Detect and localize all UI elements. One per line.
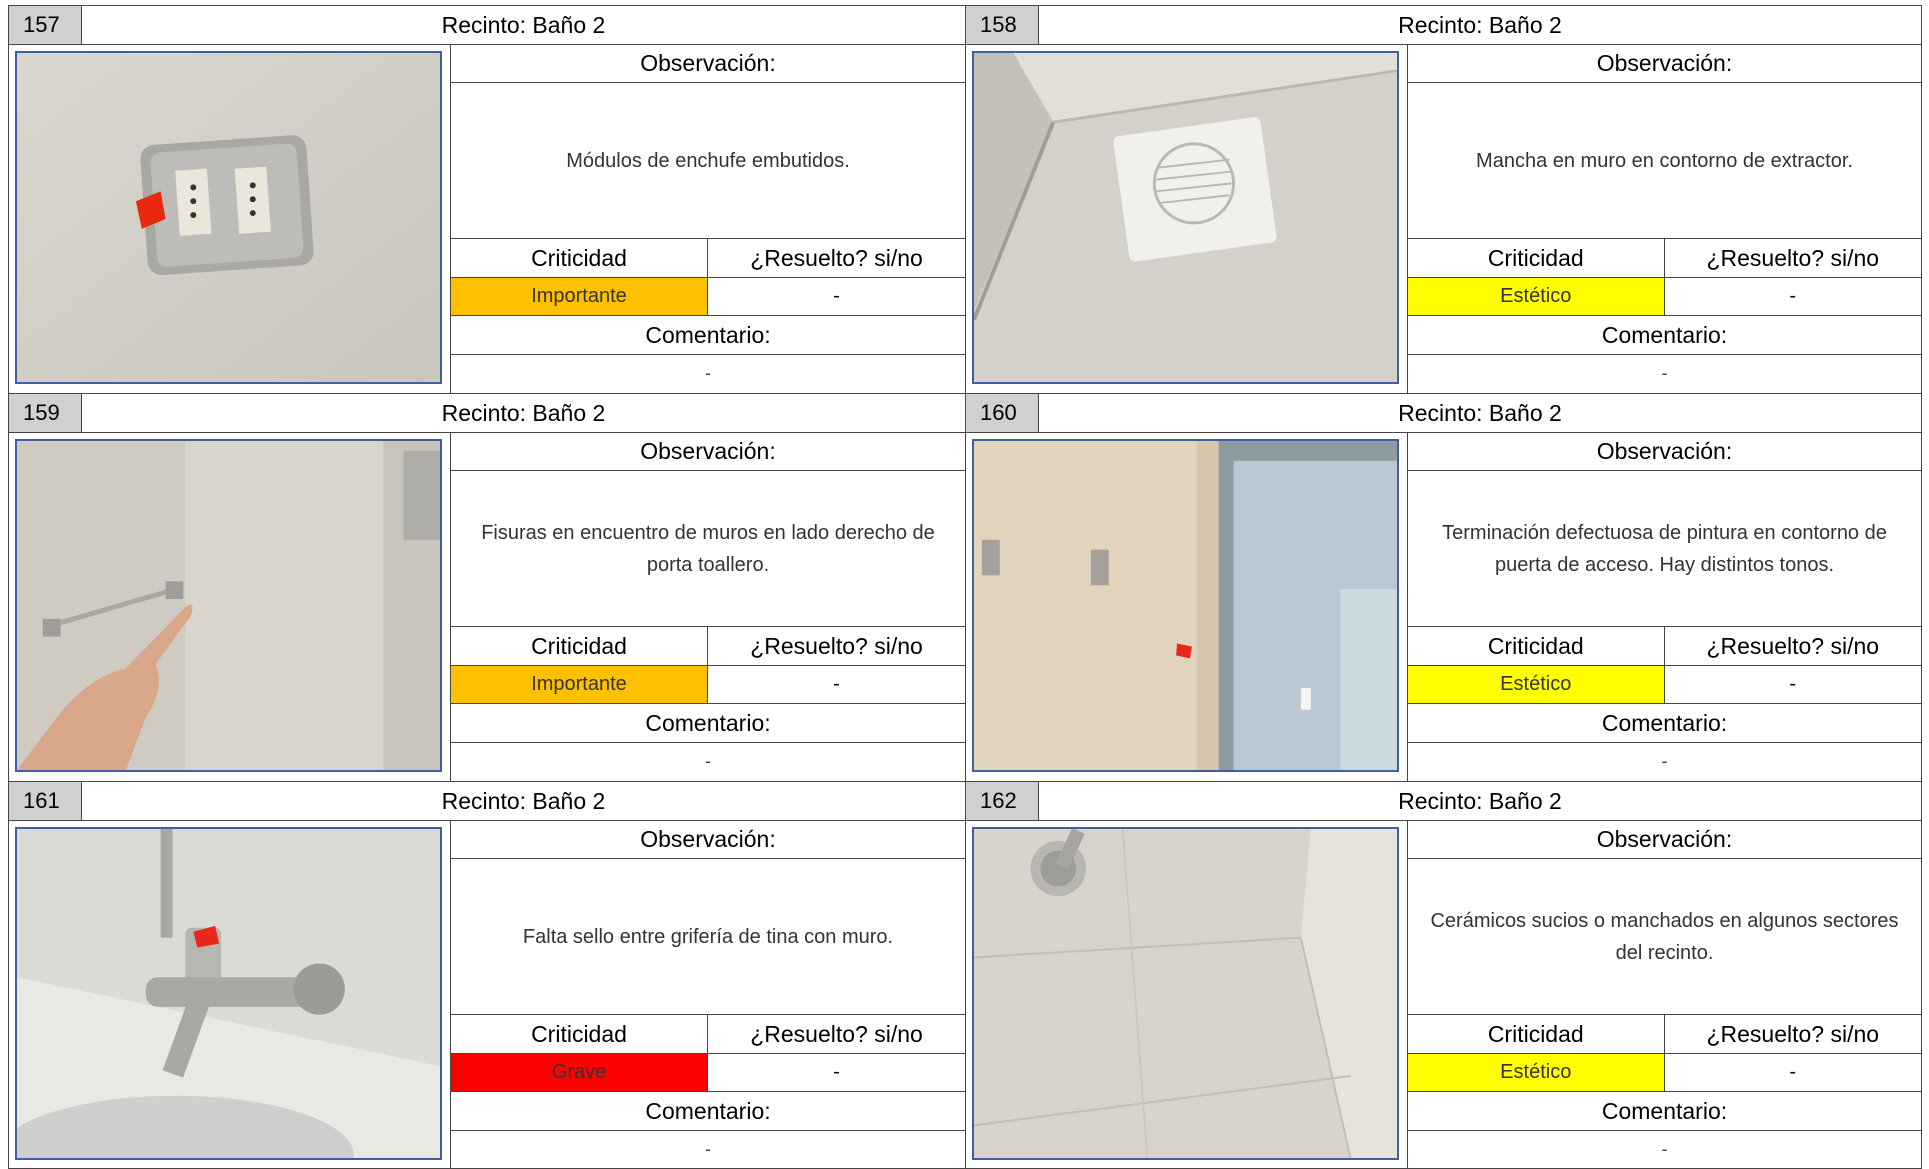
observation-text: Cerámicos sucios o manchados en algunos … bbox=[1408, 859, 1921, 1015]
comment-label: Comentario: bbox=[451, 704, 965, 743]
recinto-title: Recinto: Baño 2 bbox=[441, 788, 606, 814]
card-header: 160 Recinto: Baño 2 bbox=[966, 394, 1921, 433]
comment-value: - bbox=[705, 1139, 711, 1159]
recinto-title: Recinto: Baño 2 bbox=[1398, 400, 1562, 426]
info-panel: Observación: Cerámicos sucios o manchado… bbox=[1407, 821, 1921, 1168]
comment-label: Comentario: bbox=[451, 316, 965, 355]
criticidad-label: Criticidad bbox=[451, 1015, 708, 1053]
criticidad-values: Estético - bbox=[1408, 666, 1921, 704]
criticidad-header: Criticidad ¿Resuelto? si/no bbox=[451, 1015, 965, 1054]
item-number: 161 bbox=[9, 782, 82, 820]
recinto-title: Recinto: Baño 2 bbox=[1398, 788, 1562, 814]
inspection-photo bbox=[972, 439, 1399, 772]
resuelto-label: ¿Resuelto? si/no bbox=[1706, 1021, 1880, 1047]
observation-text: Terminación defectuosa de pintura en con… bbox=[1408, 471, 1921, 627]
observation-text: Fisuras en encuentro de muros en lado de… bbox=[451, 471, 965, 627]
inspection-photo bbox=[15, 439, 442, 772]
inspection-photo bbox=[15, 51, 442, 384]
inspection-grid: 157 Recinto: Baño 2 Observación: Módulos… bbox=[8, 5, 1922, 1169]
recinto-title: Recinto: Baño 2 bbox=[441, 400, 606, 426]
card-header: 157 Recinto: Baño 2 bbox=[9, 6, 965, 45]
severity-badge: Importante bbox=[451, 666, 708, 703]
inspection-card: 160 Recinto: Baño 2 Observación: Termina… bbox=[965, 393, 1922, 781]
comment-value: - bbox=[1661, 363, 1668, 383]
item-number: 162 bbox=[966, 782, 1039, 820]
inspection-photo bbox=[972, 51, 1399, 384]
resuelto-value: - bbox=[1789, 1061, 1797, 1083]
inspection-card: 162 Recinto: Baño 2 Observación: Cerámic… bbox=[965, 781, 1922, 1169]
recinto-title: Recinto: Baño 2 bbox=[441, 12, 606, 38]
info-panel: Observación: Terminación defectuosa de p… bbox=[1407, 433, 1921, 781]
criticidad-header: Criticidad ¿Resuelto? si/no bbox=[1408, 1015, 1921, 1054]
resuelto-value: - bbox=[833, 1061, 840, 1083]
card-header: 158 Recinto: Baño 2 bbox=[966, 6, 1921, 45]
info-panel: Observación: Falta sello entre grifería … bbox=[450, 821, 965, 1168]
observation-text: Mancha en muro en contorno de extractor. bbox=[1408, 83, 1921, 239]
criticidad-values: Estético - bbox=[1408, 278, 1921, 316]
observation-label: Observación: bbox=[1408, 821, 1921, 859]
item-number: 157 bbox=[9, 6, 82, 44]
resuelto-value: - bbox=[833, 673, 840, 695]
resuelto-value: - bbox=[833, 285, 840, 307]
observation-text: Módulos de enchufe embutidos. bbox=[451, 83, 965, 239]
comment-value: - bbox=[705, 363, 711, 383]
severity-badge: Estético bbox=[1408, 278, 1665, 315]
observation-label: Observación: bbox=[451, 433, 965, 471]
recinto-title: Recinto: Baño 2 bbox=[1398, 12, 1562, 38]
criticidad-label: Criticidad bbox=[1408, 239, 1665, 277]
info-panel: Observación: Mancha en muro en contorno … bbox=[1407, 45, 1921, 393]
item-number: 160 bbox=[966, 394, 1039, 432]
resuelto-label: ¿Resuelto? si/no bbox=[750, 1021, 923, 1047]
item-number: 158 bbox=[966, 6, 1039, 44]
inspection-card: 159 Recinto: Baño 2 Observación: Fisuras… bbox=[8, 393, 965, 781]
criticidad-label: Criticidad bbox=[1408, 627, 1665, 665]
info-panel: Observación: Módulos de enchufe embutido… bbox=[450, 45, 965, 393]
criticidad-label: Criticidad bbox=[451, 627, 708, 665]
comment-value: - bbox=[705, 751, 711, 771]
criticidad-header: Criticidad ¿Resuelto? si/no bbox=[1408, 627, 1921, 666]
card-header: 162 Recinto: Baño 2 bbox=[966, 782, 1921, 821]
card-header: 161 Recinto: Baño 2 bbox=[9, 782, 965, 821]
observation-label: Observación: bbox=[451, 821, 965, 859]
observation-label: Observación: bbox=[451, 45, 965, 83]
criticidad-values: Importante - bbox=[451, 666, 965, 704]
observation-text: Falta sello entre grifería de tina con m… bbox=[451, 859, 965, 1015]
inspection-photo bbox=[15, 827, 442, 1160]
inspection-photo bbox=[972, 827, 1399, 1160]
severity-badge: Estético bbox=[1408, 666, 1665, 703]
criticidad-values: Grave - bbox=[451, 1054, 965, 1092]
severity-badge: Importante bbox=[451, 278, 708, 315]
inspection-card: 158 Recinto: Baño 2 Observación: Mancha … bbox=[965, 5, 1922, 393]
observation-label: Observación: bbox=[1408, 433, 1921, 471]
item-number: 159 bbox=[9, 394, 82, 432]
resuelto-label: ¿Resuelto? si/no bbox=[750, 245, 923, 271]
criticidad-label: Criticidad bbox=[1408, 1015, 1665, 1053]
criticidad-values: Estético - bbox=[1408, 1054, 1921, 1092]
comment-label: Comentario: bbox=[1408, 316, 1921, 355]
criticidad-label: Criticidad bbox=[451, 239, 708, 277]
observation-label: Observación: bbox=[1408, 45, 1921, 83]
criticidad-header: Criticidad ¿Resuelto? si/no bbox=[451, 239, 965, 278]
resuelto-value: - bbox=[1789, 673, 1797, 695]
criticidad-header: Criticidad ¿Resuelto? si/no bbox=[1408, 239, 1921, 278]
criticidad-values: Importante - bbox=[451, 278, 965, 316]
resuelto-label: ¿Resuelto? si/no bbox=[1706, 245, 1880, 271]
resuelto-value: - bbox=[1789, 285, 1797, 307]
comment-label: Comentario: bbox=[1408, 1092, 1921, 1131]
criticidad-header: Criticidad ¿Resuelto? si/no bbox=[451, 627, 965, 666]
comment-value: - bbox=[1661, 1139, 1668, 1159]
severity-badge: Estético bbox=[1408, 1054, 1665, 1091]
inspection-card: 157 Recinto: Baño 2 Observación: Módulos… bbox=[8, 5, 965, 393]
comment-value: - bbox=[1661, 751, 1668, 771]
comment-label: Comentario: bbox=[1408, 704, 1921, 743]
inspection-card: 161 Recinto: Baño 2 Observación: Falta s… bbox=[8, 781, 965, 1169]
severity-badge: Grave bbox=[451, 1054, 708, 1091]
card-header: 159 Recinto: Baño 2 bbox=[9, 394, 965, 433]
info-panel: Observación: Fisuras en encuentro de mur… bbox=[450, 433, 965, 781]
resuelto-label: ¿Resuelto? si/no bbox=[1706, 633, 1880, 659]
comment-label: Comentario: bbox=[451, 1092, 965, 1131]
resuelto-label: ¿Resuelto? si/no bbox=[750, 633, 923, 659]
